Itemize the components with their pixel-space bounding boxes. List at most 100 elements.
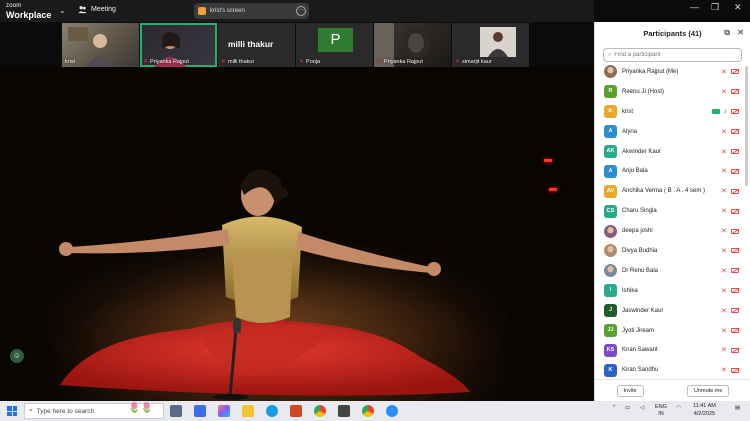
participant-status-icons: ✕ (721, 366, 739, 374)
participant-row[interactable]: CS Charu Singla ✕ (595, 201, 745, 221)
video-tile-milli-thakur[interactable]: milli thakur ✕ milli thakur (218, 23, 295, 67)
video-tile-pooja[interactable]: P ✕ Pooja (296, 23, 373, 67)
reaction-icon[interactable]: ☺ (10, 349, 24, 363)
wifi-icon[interactable]: ◠ (676, 405, 681, 411)
participant-name: Kiran Sandhu (622, 367, 659, 374)
participant-row[interactable]: A Anju Bala ✕ (595, 161, 745, 181)
more-options-icon[interactable]: ··· (296, 6, 306, 16)
participant-name: Alyna (622, 128, 638, 135)
video-off-icon (731, 168, 739, 174)
avatar: R (604, 85, 617, 99)
tile-name: ✕ milli thakur (221, 58, 255, 66)
screen-share-indicator[interactable]: krist's screen ··· (194, 3, 309, 19)
mic-off-icon: ✕ (721, 148, 727, 156)
participant-name: Reenu JI (Host) (622, 88, 665, 95)
file-explorer-icon[interactable] (242, 405, 254, 417)
copilot-icon[interactable] (218, 405, 230, 417)
avatar (604, 65, 617, 79)
zoom-workplace-logo[interactable]: zoom Workplace (6, 2, 52, 20)
widgets-icon[interactable] (194, 405, 206, 417)
unmute-me-button[interactable]: Unmute me (686, 384, 730, 397)
video-off-icon (731, 228, 739, 234)
participant-row[interactable]: AV Anchika Verma ( B . A . 4 sem ) ✕ (595, 181, 745, 201)
participant-row[interactable]: K Kiran Sandhu ✕ (595, 360, 745, 380)
maximize-icon[interactable]: ❐ (711, 2, 719, 13)
avatar-initial: P (318, 28, 353, 52)
zoom-taskbar-icon[interactable] (386, 405, 398, 417)
participant-status-icons: ✕ (721, 88, 739, 96)
tulips-widget-icon[interactable]: 🌷🌷 (128, 403, 153, 414)
minimize-icon[interactable]: — (690, 2, 699, 12)
mic-off-icon: ✕ (721, 347, 727, 355)
participant-search-input[interactable] (614, 52, 735, 58)
chrome-icon[interactable] (314, 405, 326, 417)
chrome-profile-icon[interactable] (362, 405, 374, 417)
task-view-icon[interactable] (170, 405, 182, 417)
participant-status-icons: ♪ (711, 108, 739, 115)
chevron-down-icon[interactable]: ⌄ (59, 6, 66, 15)
speaker-icon[interactable]: ◁ (640, 405, 644, 411)
video-off-icon (731, 248, 739, 254)
participant-row[interactable]: AK Akwinder Kaur ✕ (595, 142, 745, 162)
avatar: CS (604, 204, 617, 218)
participants-title: Participants (41) (643, 28, 702, 38)
close-window-icon[interactable]: ✕ (734, 2, 742, 13)
avatar: I (604, 284, 617, 298)
participant-name: krist (622, 108, 633, 115)
windows-start-icon[interactable] (7, 406, 17, 416)
participant-name: Jyoti Jiream (622, 327, 655, 334)
video-tile-simarjit-kaur[interactable]: ✕ simarjit kaur (452, 23, 529, 67)
language-indicator[interactable]: ENG IN (655, 404, 667, 418)
invite-button[interactable]: Invite (616, 384, 644, 397)
participant-row[interactable]: KS Kiran Sawant ✕ (595, 340, 745, 360)
mic-off-icon: ✕ (721, 267, 727, 275)
participant-name: deepa joshi (622, 228, 653, 235)
video-off-icon (731, 109, 739, 115)
windows-taskbar: ⌕ Type here to search 🌷🌷 ⌃ ▭ ◁ ENG IN ◠ … (0, 401, 750, 421)
avatar: A (604, 125, 617, 139)
video-tile-krist[interactable]: krist (62, 23, 139, 67)
meeting-label: Meeting (91, 6, 116, 13)
logo-line2: Workplace (6, 10, 52, 20)
participant-row[interactable]: Divya Budhia ✕ (595, 241, 745, 261)
participant-row[interactable]: I Ishika ✕ (595, 281, 745, 301)
participant-name: Anju Bala (622, 168, 648, 175)
system-clock[interactable]: 11:41 AM 4/2/2025 (693, 403, 716, 418)
network-icon[interactable]: ▭ (625, 405, 630, 411)
notifications-icon[interactable]: ▤ (735, 405, 740, 411)
show-hidden-icons[interactable]: ⌃ (612, 405, 617, 411)
mic-off-icon: ✕ (721, 287, 727, 295)
avatar: KS (604, 343, 617, 357)
shared-screen-view: ☺ (0, 67, 594, 401)
video-tile-priyanka-rajput[interactable]: ✕ Priyanka Rajput (140, 23, 217, 67)
participant-status-icons: ✕ (721, 307, 739, 315)
mic-off-icon: ✕ (143, 59, 149, 65)
meeting-menu-button[interactable]: Meeting (78, 5, 116, 14)
participant-row[interactable]: Priyanka Rajput (Me) ✕ (595, 62, 745, 82)
participant-row[interactable]: J Jaswinder Kaur ✕ (595, 301, 745, 321)
edge-icon[interactable] (266, 405, 278, 417)
title-bar: zoom Workplace ⌄ Meeting krist's screen … (0, 0, 594, 22)
participant-row[interactable]: JJ Jyoti Jiream ✕ (595, 321, 745, 341)
pop-out-icon[interactable]: ⧉ (724, 28, 730, 38)
zoom-window: zoom Workplace ⌄ Meeting krist's screen … (0, 0, 750, 401)
mic-off-icon: ✕ (721, 128, 727, 136)
avatar: K (604, 363, 617, 377)
video-tile-priyanka-rajput-2[interactable]: ✕ Priyanka Rajput (374, 23, 451, 67)
participant-list-scrollbar[interactable] (745, 66, 748, 186)
participant-name: Charu Singla (622, 208, 657, 215)
office-icon[interactable] (290, 405, 302, 417)
participant-row[interactable]: Dr Renu Bala ✕ (595, 261, 745, 281)
participant-row[interactable]: A Alyna ✕ (595, 122, 745, 142)
participant-row[interactable]: deepa joshi ✕ (595, 221, 745, 241)
participant-row[interactable]: R Reenu JI (Host) ✕ (595, 82, 745, 102)
app-icon[interactable] (338, 405, 350, 417)
video-off-icon (731, 328, 739, 334)
avatar: K (604, 105, 617, 119)
participant-status-icons: ✕ (721, 167, 739, 175)
participant-status-icons: ✕ (721, 327, 739, 335)
participant-row[interactable]: Kkrist ♪ (595, 102, 745, 122)
participant-search[interactable]: ⌕ (603, 48, 742, 62)
participant-name: Jaswinder Kaur (622, 307, 664, 314)
close-panel-icon[interactable]: ✕ (737, 28, 744, 37)
